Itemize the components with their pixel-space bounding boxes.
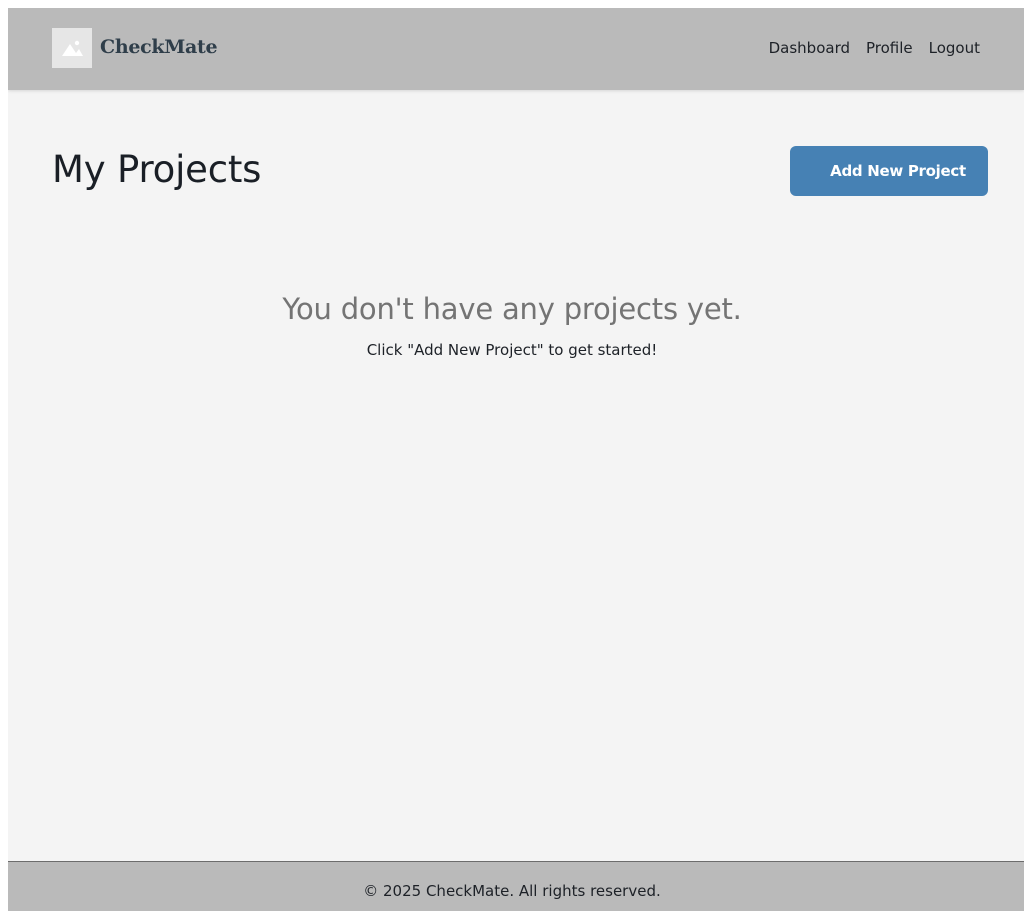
nav-link-profile[interactable]: Profile	[866, 39, 913, 57]
app-window: CheckMate Dashboard Profile Logout My Pr…	[8, 8, 1024, 911]
footer: © 2025 CheckMate. All rights reserved.	[8, 861, 1024, 911]
main-nav: Dashboard Profile Logout	[769, 39, 980, 57]
empty-state-heading: You don't have any projects yet.	[282, 292, 742, 326]
empty-state-subtext: Click "Add New Project" to get started!	[366, 341, 658, 359]
image-placeholder-icon	[62, 40, 83, 56]
page-title: My Projects	[52, 148, 262, 191]
top-header: CheckMate Dashboard Profile Logout	[8, 8, 1024, 90]
logo[interactable]	[52, 28, 92, 68]
add-new-project-button[interactable]: Add New Project	[790, 146, 988, 196]
brand-name[interactable]: CheckMate	[100, 36, 218, 58]
nav-link-logout[interactable]: Logout	[929, 39, 980, 57]
nav-link-dashboard[interactable]: Dashboard	[769, 39, 850, 57]
footer-copyright: © 2025 CheckMate. All rights reserved.	[363, 882, 661, 900]
